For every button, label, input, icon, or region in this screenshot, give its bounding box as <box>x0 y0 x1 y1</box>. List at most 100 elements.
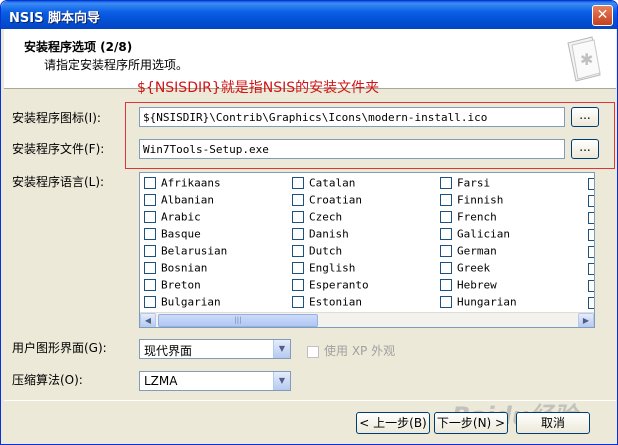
compress-field-label: 压缩算法(O): <box>12 373 83 387</box>
xp-style-checkbox[interactable]: 使用 XP 外观 <box>307 342 395 359</box>
checkbox-icon[interactable] <box>440 177 452 189</box>
cancel-button[interactable]: 取消 <box>516 412 590 434</box>
checkbox-icon[interactable] <box>588 195 594 207</box>
checkbox-icon[interactable] <box>144 245 156 257</box>
checkbox-icon[interactable] <box>588 280 594 292</box>
checkbox-icon[interactable] <box>292 279 304 291</box>
ui-field-label: 用户图形界面(G): <box>12 341 107 355</box>
chevron-down-icon[interactable]: ▼ <box>273 340 290 358</box>
language-option[interactable]: Breton <box>144 278 201 295</box>
checkbox-icon[interactable] <box>440 211 452 223</box>
checkbox-icon[interactable] <box>440 296 452 308</box>
installer-page-icon: ✱ <box>567 36 601 82</box>
checkbox-icon[interactable] <box>292 262 304 274</box>
checkbox-icon[interactable] <box>144 296 156 308</box>
checkbox-icon[interactable] <box>588 178 594 190</box>
language-label: Estonian <box>309 295 362 309</box>
language-option[interactable]: Hungarian <box>440 295 517 312</box>
icon-field-label: 安装程序图标(I): <box>12 111 101 125</box>
checkbox-icon[interactable] <box>144 228 156 240</box>
checkbox-icon[interactable] <box>440 262 452 274</box>
scroll-thumb[interactable]: ||| <box>158 314 318 327</box>
language-option[interactable]: French <box>440 210 497 227</box>
language-label: Bulgarian <box>161 295 221 309</box>
language-option[interactable]: Afrikaans <box>144 176 221 193</box>
language-option[interactable]: Bulgarian <box>144 295 221 312</box>
language-option[interactable]: Croatian <box>292 193 362 210</box>
language-option[interactable]: Greek <box>440 261 490 278</box>
language-label: Finnish <box>457 193 504 207</box>
language-label: Dutch <box>309 244 343 258</box>
language-label: Danish <box>309 227 349 241</box>
language-option[interactable]: Arabic <box>144 210 201 227</box>
language-label: Hungarian <box>457 295 517 309</box>
language-option[interactable]: Esperanto <box>292 278 369 295</box>
checkbox-icon[interactable] <box>588 297 594 309</box>
page-subtitle: 请指定安装程序所用选项。 <box>44 58 189 72</box>
checkbox-icon[interactable] <box>144 279 156 291</box>
title-bar[interactable]: NSIS 脚本向导 ✕ <box>1 1 617 29</box>
checkbox-icon[interactable] <box>144 194 156 206</box>
checkbox-icon[interactable] <box>144 177 156 189</box>
checkbox-icon[interactable] <box>144 262 156 274</box>
language-option[interactable]: Dutch <box>292 244 342 261</box>
compression-select[interactable]: LZMA ▼ <box>139 371 291 391</box>
checkbox-icon[interactable] <box>588 212 594 224</box>
next-button[interactable]: 下一步(N) > <box>434 412 508 434</box>
checkbox-icon[interactable] <box>292 211 304 223</box>
language-option[interactable]: Catalan <box>292 176 355 193</box>
language-option[interactable]: Galician <box>440 227 510 244</box>
checkbox-icon[interactable] <box>440 194 452 206</box>
checkbox-icon[interactable] <box>440 245 452 257</box>
language-label: Esperanto <box>309 278 369 292</box>
checkbox-icon[interactable] <box>292 296 304 308</box>
language-option[interactable]: Albanian <box>144 193 214 210</box>
window-title: NSIS 脚本向导 <box>9 11 100 26</box>
checkbox-icon[interactable] <box>588 263 594 275</box>
output-file-input[interactable]: Win7Tools-Setup.exe <box>139 139 565 159</box>
language-option[interactable]: Finnish <box>440 193 503 210</box>
checkbox-icon[interactable] <box>440 279 452 291</box>
language-label: Farsi <box>457 176 491 190</box>
language-list[interactable]: Afrikaans Albanian Arabic Basque Belarusian B… <box>139 172 595 328</box>
language-option[interactable]: Czech <box>292 210 342 227</box>
language-option[interactable]: English <box>292 261 355 278</box>
close-icon[interactable]: ✕ <box>592 5 613 26</box>
checkbox-icon[interactable] <box>588 246 594 258</box>
language-label: French <box>457 210 497 224</box>
horizontal-scrollbar[interactable]: ◀ ||| ▶ <box>140 312 594 327</box>
ui-style-select[interactable]: 现代界面 ▼ <box>139 339 291 359</box>
language-label: Galician <box>457 227 510 241</box>
language-option[interactable]: Danish <box>292 227 349 244</box>
language-option[interactable]: Belarusian <box>144 244 227 261</box>
language-option[interactable]: Bosnian <box>144 261 207 278</box>
red-annotation-text: ${NSISDIR}就是指NSIS的安装文件夹 <box>137 80 380 96</box>
language-option[interactable]: Basque <box>144 227 201 244</box>
language-option[interactable]: Estonian <box>292 295 362 312</box>
language-label: Basque <box>161 227 201 241</box>
checkbox-icon[interactable] <box>440 228 452 240</box>
icon-path-input[interactable]: ${NSISDIR}\Contrib\Graphics\Icons\modern… <box>139 107 565 127</box>
scroll-left-icon[interactable]: ◀ <box>140 313 156 327</box>
language-label: German <box>457 244 497 258</box>
file-browse-button[interactable]: ... <box>571 139 599 159</box>
checkbox-icon[interactable] <box>588 229 594 241</box>
checkbox-icon[interactable] <box>292 177 304 189</box>
chevron-down-icon[interactable]: ▼ <box>273 372 290 390</box>
checkbox-icon[interactable] <box>292 228 304 240</box>
language-option[interactable]: Farsi <box>440 176 490 193</box>
language-option[interactable]: German <box>440 244 497 261</box>
checkbox-icon[interactable] <box>292 194 304 206</box>
xp-style-label: 使用 XP 外观 <box>324 344 396 358</box>
svg-text:✱: ✱ <box>580 50 593 69</box>
language-label: Catalan <box>309 176 356 190</box>
language-label: Greek <box>457 261 491 275</box>
scroll-right-icon[interactable]: ▶ <box>578 313 594 327</box>
language-label: Arabic <box>161 210 201 224</box>
language-option[interactable]: Hebrew <box>440 278 497 295</box>
checkbox-icon[interactable] <box>144 211 156 223</box>
icon-browse-button[interactable]: ... <box>571 107 599 127</box>
checkbox-icon[interactable] <box>292 245 304 257</box>
checkbox-icon[interactable] <box>307 345 319 358</box>
back-button[interactable]: < 上一步(B) <box>356 412 430 434</box>
